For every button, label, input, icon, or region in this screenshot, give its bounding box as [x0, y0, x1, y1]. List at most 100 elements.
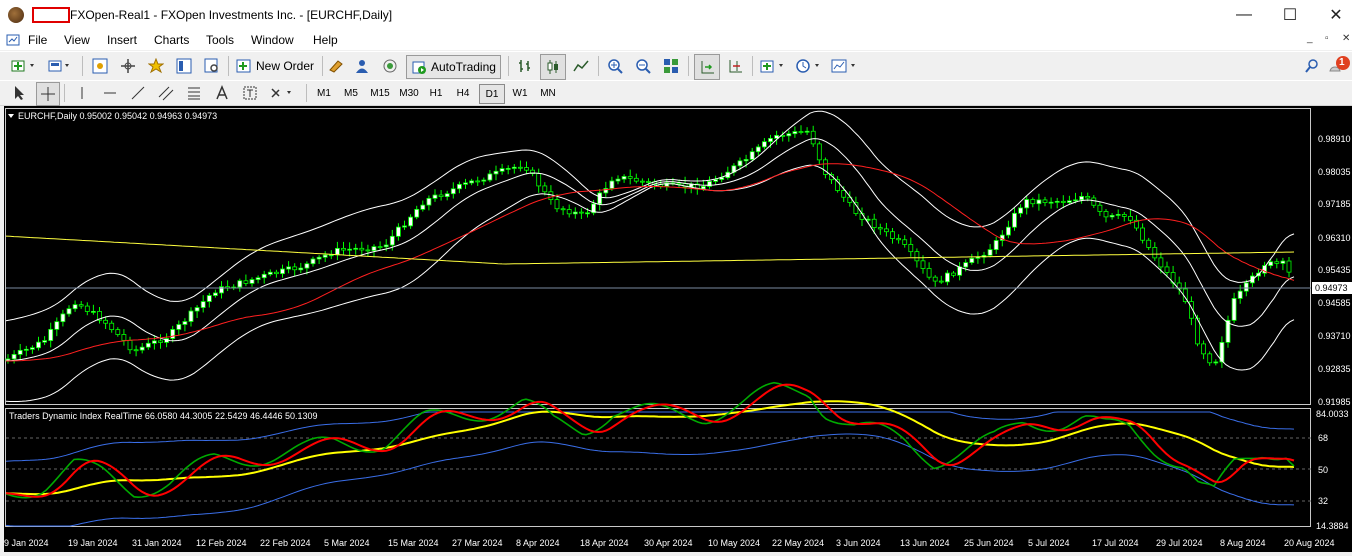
- candle-body: [810, 130, 816, 145]
- candle-body: [188, 310, 194, 322]
- cursor-icon[interactable]: [10, 83, 30, 103]
- timeframe-h4[interactable]: H4: [451, 84, 475, 102]
- candle-body: [176, 324, 182, 330]
- menu-window[interactable]: Window: [251, 33, 294, 47]
- price-tick: 0.97185: [1318, 199, 1351, 209]
- terminal-icon[interactable]: [174, 56, 194, 76]
- candle-body: [328, 254, 334, 257]
- candle-body: [957, 266, 962, 276]
- search-icon[interactable]: [1302, 56, 1322, 76]
- market-icon[interactable]: [380, 56, 400, 76]
- candle-body: [426, 197, 432, 206]
- timeframe-m1[interactable]: M1: [312, 84, 336, 102]
- timeframe-w1[interactable]: W1: [508, 84, 532, 102]
- price-tick: 0.98035: [1318, 167, 1351, 177]
- candle-body: [951, 272, 956, 276]
- time-tick: 3 Jun 2024: [836, 538, 881, 548]
- price-tick: 0.93710: [1318, 331, 1351, 341]
- candle-body: [1012, 212, 1017, 228]
- mdi-close-button[interactable]: ✕: [1342, 33, 1350, 44]
- equidistant-channel-icon[interactable]: [156, 83, 176, 103]
- candle-body: [1280, 260, 1286, 264]
- mdi-minimize-button[interactable]: _: [1307, 33, 1313, 44]
- strategy-tester-icon[interactable]: [202, 56, 222, 76]
- close-button[interactable]: ✕: [1313, 0, 1352, 30]
- chart-canvas[interactable]: EURCHF,Daily 0.95002 0.95042 0.94963 0.9…: [4, 106, 1352, 552]
- mdi-restore-button[interactable]: ▫: [1325, 33, 1329, 44]
- arrows-button[interactable]: [268, 83, 298, 103]
- menu-insert[interactable]: Insert: [107, 33, 137, 47]
- crosshair-icon[interactable]: [36, 82, 60, 106]
- candle-body: [1213, 361, 1219, 364]
- auto-scroll-icon[interactable]: [694, 54, 720, 80]
- candle-body: [932, 276, 938, 282]
- text-tool-icon[interactable]: [212, 83, 232, 103]
- metaeditor-icon[interactable]: [326, 56, 346, 76]
- market-watch-icon[interactable]: [90, 56, 110, 76]
- timeframe-mn[interactable]: MN: [535, 84, 561, 102]
- time-tick: 19 Jan 2024: [68, 538, 118, 548]
- autotrading-button[interactable]: AutoTrading: [406, 55, 501, 79]
- new-order-button[interactable]: New Order: [236, 56, 314, 76]
- candle-body: [737, 160, 743, 167]
- window-title: FXOpen-Real1 - FXOpen Investments Inc. -…: [70, 8, 393, 22]
- horizontal-line-icon[interactable]: [100, 83, 120, 103]
- candle-body: [627, 176, 633, 179]
- candle-body: [1128, 216, 1133, 221]
- candle-body: [408, 216, 414, 227]
- chart-shift-icon[interactable]: [724, 56, 746, 76]
- menu-view[interactable]: View: [64, 33, 90, 47]
- time-tick: 5 Jul 2024: [1028, 538, 1070, 548]
- tile-windows-icon[interactable]: [660, 56, 682, 76]
- timeframe-m15[interactable]: M15: [366, 84, 394, 102]
- menu-charts[interactable]: Charts: [154, 33, 189, 47]
- vertical-line-icon[interactable]: [72, 83, 92, 103]
- timeframe-m30[interactable]: M30: [396, 84, 422, 102]
- timeframe-m5[interactable]: M5: [339, 84, 363, 102]
- menu-file[interactable]: File: [28, 33, 47, 47]
- price-tick: 0.91985: [1318, 397, 1351, 407]
- candle-body: [1048, 201, 1054, 204]
- zoom-in-icon[interactable]: [604, 56, 626, 76]
- candle-body: [255, 277, 261, 280]
- candle-body: [91, 311, 96, 313]
- fibonacci-icon[interactable]: [184, 83, 204, 103]
- menu-help[interactable]: Help: [313, 33, 338, 47]
- candle-body: [1054, 200, 1060, 203]
- bar-chart-icon[interactable]: [514, 56, 536, 76]
- indicators-button[interactable]: [758, 56, 790, 76]
- text-label-icon[interactable]: [240, 83, 260, 103]
- candle-body: [841, 190, 847, 198]
- new-order-label: New Order: [256, 59, 315, 73]
- candlestick-chart-icon[interactable]: [540, 54, 566, 80]
- title-bar: FXOpen-Real1 - FXOpen Investments Inc. -…: [0, 0, 1352, 30]
- zoom-out-icon[interactable]: [632, 56, 654, 76]
- data-window-icon[interactable]: [118, 56, 138, 76]
- notifications-icon[interactable]: 1: [1326, 54, 1352, 78]
- candle-body: [1091, 197, 1097, 206]
- candle-body: [1042, 199, 1048, 203]
- signals-icon[interactable]: [352, 56, 372, 76]
- candle-body: [170, 329, 176, 339]
- candle-body: [444, 193, 450, 198]
- candle-body: [945, 272, 950, 283]
- maximize-button[interactable]: ☐: [1267, 0, 1313, 30]
- chart-window[interactable]: EURCHF,Daily 0.95002 0.95042 0.94963 0.9…: [4, 106, 1352, 552]
- timeframe-d1[interactable]: D1: [479, 84, 505, 104]
- minimize-button[interactable]: —: [1221, 0, 1267, 30]
- candle-body: [579, 211, 584, 214]
- periods-button[interactable]: [794, 56, 826, 76]
- new-chart-button[interactable]: [8, 56, 42, 76]
- candle-body: [1146, 239, 1152, 248]
- candle-body: [621, 176, 627, 180]
- trendline-icon[interactable]: [128, 83, 148, 103]
- candle-body: [1109, 215, 1115, 218]
- navigator-icon[interactable]: [146, 56, 166, 76]
- profiles-button[interactable]: [46, 56, 76, 76]
- line-chart-icon[interactable]: [570, 56, 592, 76]
- candle-body: [23, 348, 29, 351]
- templates-button[interactable]: [830, 56, 862, 76]
- time-tick: 8 Apr 2024: [516, 538, 560, 548]
- timeframe-h1[interactable]: H1: [424, 84, 448, 102]
- menu-tools[interactable]: Tools: [206, 33, 234, 47]
